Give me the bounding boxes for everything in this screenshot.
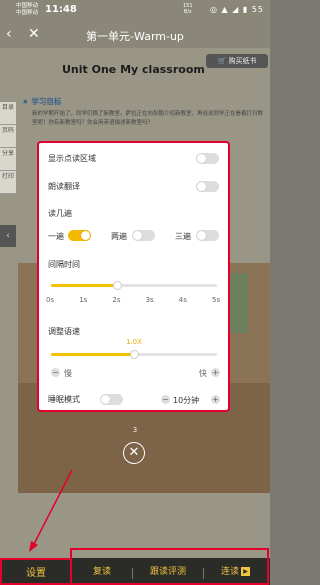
slow-label: 慢 (64, 369, 72, 378)
once-toggle[interactable] (68, 230, 91, 241)
sleep-plus-icon[interactable]: + (211, 395, 220, 404)
interval-label: 间隔时间 (48, 260, 80, 269)
repeat-button[interactable]: 复读 (72, 560, 132, 585)
action-button-group: 复读 跟读评测 连读 ▶ (70, 548, 269, 585)
row-show-read-area: 显示点读区域 (48, 153, 219, 164)
status-icons: ◎ ▲ ◢ ▮ 55 (209, 5, 264, 14)
side-tab-print[interactable]: 打印 (0, 171, 16, 194)
speed-label: 调整语速 (48, 327, 80, 336)
annotation-arrow (29, 469, 73, 552)
learning-objective-heading: ★ 学习目标 (22, 97, 62, 106)
continuous-read-button[interactable]: 连读 ▶ (204, 560, 267, 585)
read-times-options: 一遍 两遍 三遍 (48, 230, 219, 242)
buy-book-button[interactable]: 🛒 购买纸书 (206, 54, 268, 68)
bottom-bar: 设置 复读 跟读评测 连读 ▶ (0, 548, 270, 585)
sleep-mode-toggle[interactable] (100, 394, 123, 405)
title-bar: ‹ ✕ 第一单元-Warm-up (0, 22, 270, 48)
slow-minus-icon[interactable]: − (51, 368, 60, 377)
read-translation-toggle[interactable] (196, 181, 219, 192)
interval-tick: 4s (178, 296, 187, 304)
carrier-1: 中国移动 (16, 3, 39, 9)
interval-tick: 1s (79, 296, 88, 304)
side-tabs: 目录 页码 分享 打印 (0, 102, 16, 194)
interval-slider[interactable] (51, 281, 217, 290)
speed-slider-knob[interactable] (130, 350, 139, 359)
thrice-toggle[interactable] (196, 230, 219, 241)
read-translation-label: 朗读翻译 (48, 182, 80, 191)
close-modal-button[interactable]: ✕ (123, 442, 145, 464)
interval-tick: 3s (145, 296, 154, 304)
play-icon: ▶ (241, 567, 250, 576)
speed-slider[interactable] (51, 350, 217, 359)
read-times-label: 读几遍 (48, 209, 72, 218)
twice-toggle[interactable] (132, 230, 155, 241)
interval-slider-fill (51, 284, 118, 287)
settings-modal: 显示点读区域 朗读翻译 读几遍 一遍 两遍 三遍 间隔时间 0s 1s 2s 3… (37, 141, 230, 412)
once-label: 一遍 (48, 232, 64, 241)
interval-tick: 0s (46, 296, 55, 304)
speed-slider-fill (51, 353, 134, 356)
row-sleep-mode: 睡眠模式 − 10分钟 + (48, 394, 220, 406)
fast-label: 快 (199, 369, 207, 378)
status-bar: 中国移动 中国移动 11:48 151 B/s ◎ ▲ ◢ ▮ 55 (0, 0, 270, 22)
side-tab-contents[interactable]: 目录 (0, 102, 16, 125)
side-tab-share[interactable]: 分享 (0, 148, 16, 171)
show-read-area-toggle[interactable] (196, 153, 219, 164)
speed-value: 1.0X (126, 338, 142, 346)
row-read-translation: 朗读翻译 (48, 181, 219, 192)
continuous-read-label: 连读 (220, 567, 239, 577)
settings-button[interactable]: 设置 (0, 558, 70, 585)
speed-unit: B/s (183, 9, 192, 15)
page-number: 3 (132, 426, 138, 434)
page-title: 第一单元-Warm-up (86, 30, 184, 43)
thrice-label: 三遍 (175, 232, 191, 241)
carrier-2: 中国移动 (16, 10, 39, 16)
collapse-arrow-icon[interactable]: ‹ (0, 225, 16, 247)
clock: 11:48 (45, 4, 77, 15)
sleep-minutes: 10分钟 (173, 396, 200, 405)
fast-plus-icon[interactable]: + (211, 368, 220, 377)
side-tab-page[interactable]: 页码 (0, 125, 16, 148)
carrier-labels: 中国移动 中国移动 (16, 3, 38, 17)
interval-slider-knob[interactable] (113, 281, 123, 290)
interval-tick: 5s (212, 296, 221, 304)
interval-tick: 2s (112, 296, 121, 304)
show-read-area-label: 显示点读区域 (48, 154, 96, 163)
follow-read-button[interactable]: 跟读评测 (133, 560, 203, 585)
sleep-mode-label: 睡眠模式 (48, 395, 80, 404)
twice-label: 两遍 (111, 232, 127, 241)
sleep-minus-icon[interactable]: − (161, 395, 170, 404)
unit-title: Unit One My classroom (62, 63, 205, 76)
intro-text: 新的学期开始了，同学们换了新教室。萨拉正在向张鹏介绍新教室，再说说同学正在看着打… (32, 111, 264, 126)
network-speed: 151 B/s (183, 3, 193, 15)
